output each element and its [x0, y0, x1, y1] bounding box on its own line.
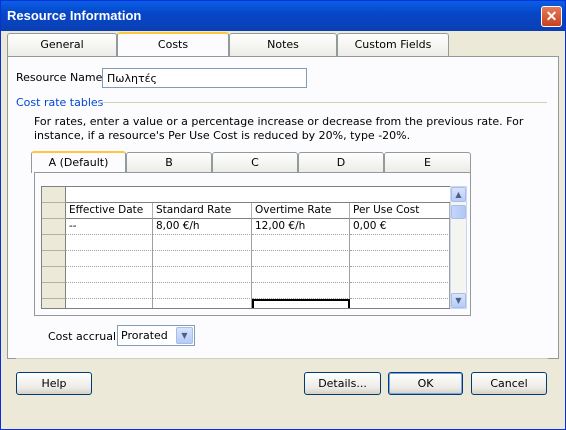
resource-information-dialog: Resource Information ✕ General Costs Not… — [0, 0, 566, 430]
row-header[interactable] — [42, 251, 66, 267]
cost-rate-description: For rates, enter a value or a percentage… — [34, 115, 524, 142]
resource-name-label: Resource Name: — [16, 71, 106, 84]
tab-rate-a[interactable]: A (Default) — [31, 151, 126, 173]
help-button[interactable]: Help — [16, 372, 92, 395]
overtime-rate-cell[interactable] — [252, 267, 350, 283]
ok-button[interactable]: OK — [388, 372, 463, 395]
cost-accrual-select[interactable]: Prorated ▼ — [117, 325, 195, 346]
overtime-rate-cell[interactable] — [252, 235, 350, 251]
scroll-down-icon[interactable]: ▼ — [451, 293, 466, 308]
row-header[interactable] — [42, 267, 66, 283]
cost-rate-tables-heading: Cost rate tables — [16, 96, 104, 109]
table-row — [42, 251, 450, 267]
per-use-cost-cell[interactable] — [350, 235, 450, 251]
title-bar[interactable]: Resource Information ✕ — [1, 1, 565, 31]
resource-name-label-text: Resource Name: — [16, 71, 107, 84]
cost-rate-grid: Effective Date Standard Rate Overtime Ra… — [41, 186, 451, 309]
details-button[interactable]: Details... — [304, 372, 381, 395]
per-use-cost-cell[interactable]: 0,00 € — [350, 219, 450, 235]
overtime-rate-cell[interactable]: 12,00 €/h — [252, 219, 350, 235]
tab-custom-fields[interactable]: Custom Fields — [337, 33, 449, 57]
tab-rate-b[interactable]: B — [126, 152, 212, 172]
entry-row — [42, 187, 450, 203]
window-title: Resource Information — [7, 8, 142, 23]
chevron-down-icon[interactable]: ▼ — [176, 327, 193, 344]
divider — [16, 358, 548, 359]
row-header[interactable] — [42, 235, 66, 251]
grid-scrollbar[interactable]: ▲ ▼ — [450, 186, 467, 309]
table-row — [42, 267, 450, 283]
tab-costs[interactable]: Costs — [117, 32, 229, 58]
corner-cell — [42, 187, 66, 203]
tab-rate-c[interactable]: C — [212, 152, 298, 172]
table-row — [42, 235, 450, 251]
tab-general[interactable]: General — [7, 33, 117, 57]
resource-name-field[interactable]: Πωλητές — [102, 68, 307, 88]
per-use-cost-cell[interactable] — [350, 299, 450, 308]
per-use-cost-cell[interactable] — [350, 283, 450, 299]
table-row — [42, 283, 450, 299]
standard-rate-cell[interactable]: 8,00 €/h — [153, 219, 252, 235]
effective-date-cell[interactable]: -- — [66, 219, 153, 235]
effective-date-cell[interactable] — [66, 267, 153, 283]
selected-cell[interactable] — [252, 299, 350, 308]
overtime-rate-cell[interactable] — [252, 283, 350, 299]
entry-bar[interactable] — [66, 187, 450, 203]
header-row: Effective Date Standard Rate Overtime Ra… — [42, 203, 450, 219]
column-header-standard-rate[interactable]: Standard Rate — [153, 203, 252, 219]
divider — [99, 102, 547, 103]
row-header[interactable] — [42, 299, 66, 308]
standard-rate-cell[interactable] — [153, 251, 252, 267]
row-header[interactable] — [42, 283, 66, 299]
effective-date-cell[interactable] — [66, 299, 153, 308]
per-use-cost-cell[interactable] — [350, 267, 450, 283]
column-header-overtime-rate[interactable]: Overtime Rate — [252, 203, 350, 219]
tab-notes[interactable]: Notes — [229, 33, 337, 57]
cancel-button[interactable]: Cancel — [471, 372, 547, 395]
effective-date-cell[interactable] — [66, 283, 153, 299]
standard-rate-cell[interactable] — [153, 299, 252, 308]
standard-rate-cell[interactable] — [153, 267, 252, 283]
standard-rate-cell[interactable] — [153, 235, 252, 251]
row-header — [42, 203, 66, 219]
cost-accrual-value: Prorated — [121, 329, 168, 342]
scroll-up-icon[interactable]: ▲ — [451, 187, 466, 202]
table-row: -- 8,00 €/h 12,00 €/h 0,00 € — [42, 219, 450, 235]
standard-rate-cell[interactable] — [153, 283, 252, 299]
scroll-thumb[interactable] — [451, 205, 466, 219]
overtime-rate-cell[interactable] — [252, 251, 350, 267]
effective-date-cell[interactable] — [66, 235, 153, 251]
column-header-per-use-cost[interactable]: Per Use Cost — [350, 203, 450, 219]
table-row — [42, 299, 450, 308]
tab-rate-d[interactable]: D — [298, 152, 384, 172]
tab-rate-e[interactable]: E — [384, 152, 471, 172]
per-use-cost-cell[interactable] — [350, 251, 450, 267]
cost-accrual-label: Cost accrual: — [48, 330, 120, 343]
row-header[interactable] — [42, 219, 66, 235]
close-button[interactable]: ✕ — [541, 6, 562, 27]
column-header-effective-date[interactable]: Effective Date — [66, 203, 153, 219]
effective-date-cell[interactable] — [66, 251, 153, 267]
